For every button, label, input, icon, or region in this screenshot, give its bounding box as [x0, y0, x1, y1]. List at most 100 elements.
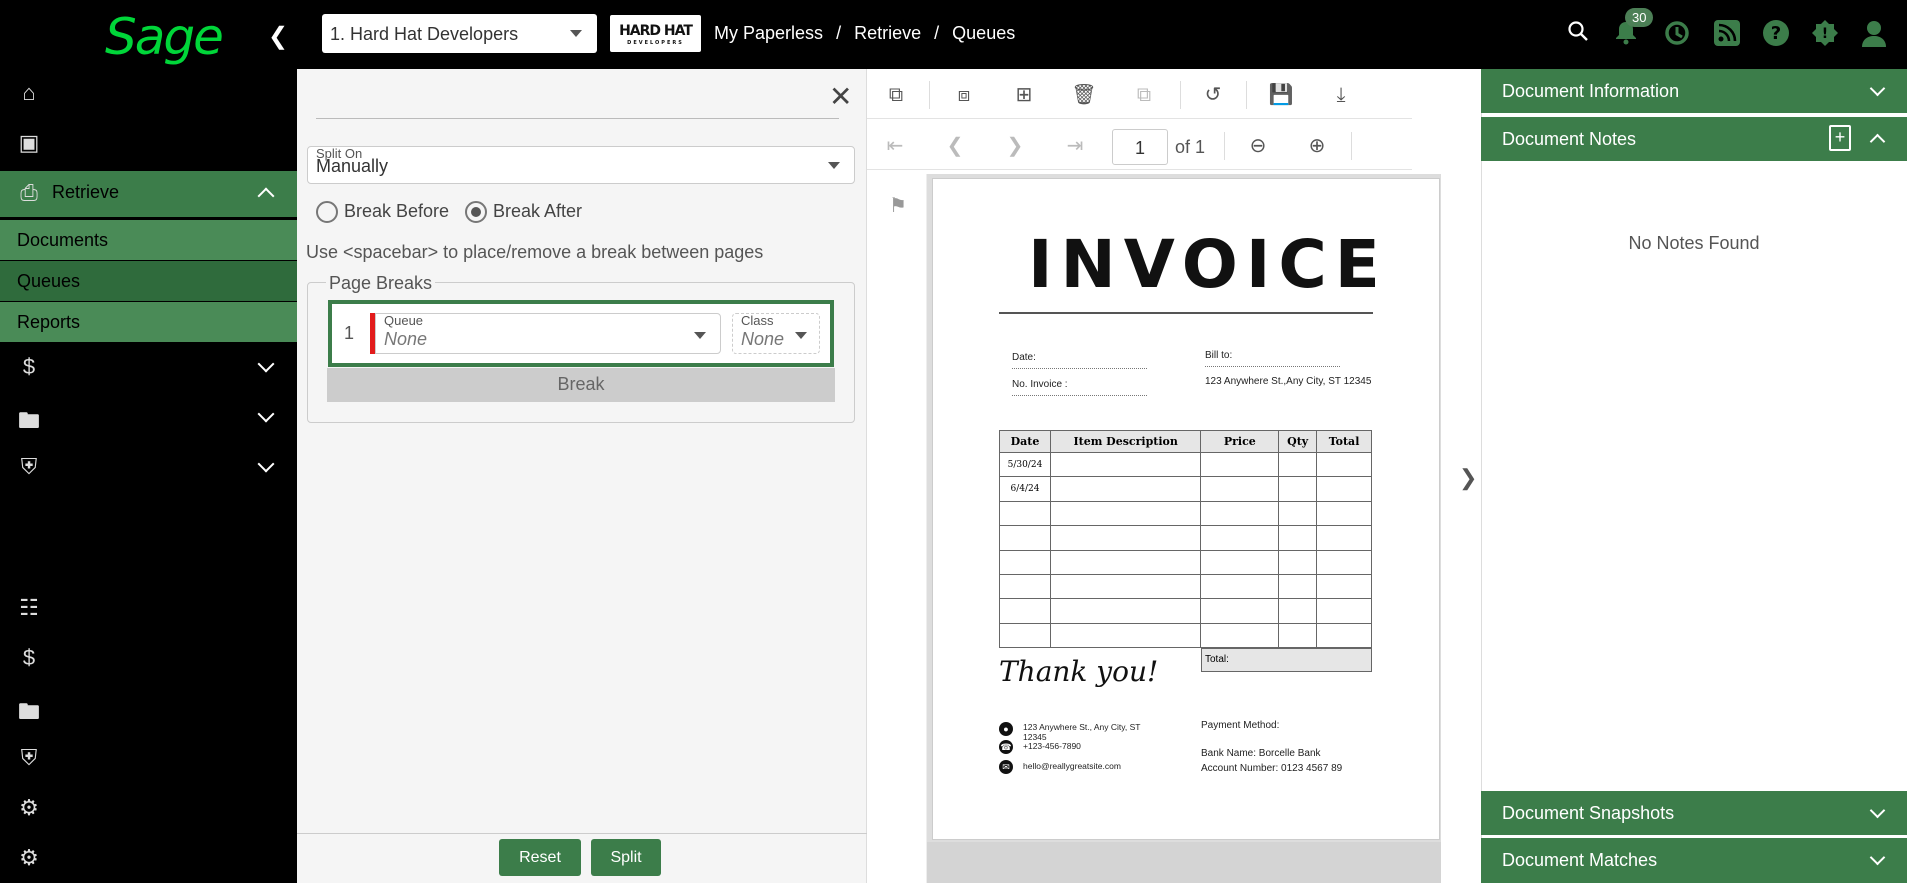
sidebar-subitem-reports[interactable]: Reports — [0, 302, 297, 342]
capture-icon: ▣ — [18, 130, 40, 155]
table-row: 5/30/24 — [999, 451, 1372, 478]
thumbnail-strip — [867, 174, 927, 883]
sage-logo[interactable]: Sage — [105, 8, 224, 66]
sidebar-item-address-book-settings[interactable]: ☷ Address Book Settings — [0, 586, 297, 632]
rss-feed-icon[interactable] — [1711, 19, 1743, 51]
breadcrumb-my-paperless[interactable]: My Paperless — [714, 23, 823, 43]
save-icon[interactable]: 💾 — [1266, 80, 1296, 110]
table-cell — [1200, 525, 1280, 551]
break-button[interactable]: Break — [327, 368, 835, 402]
zoom-in-icon[interactable]: ⊕ — [1302, 131, 1332, 161]
sidebar-item-label: ClearToPay™ — [52, 456, 164, 476]
column-header: Price — [1200, 430, 1280, 453]
replace-page-icon[interactable]: ⧉ — [1129, 80, 1159, 110]
table-cell — [1316, 598, 1372, 624]
settings-badge-icon[interactable]: ! — [1809, 19, 1841, 51]
reset-button[interactable]: Reset — [499, 839, 581, 876]
document-snapshots-header[interactable]: Document Snapshots — [1481, 791, 1907, 835]
sidebar-item-docroute[interactable]: 🖿 DocRoute™ — [0, 395, 297, 441]
first-page-icon[interactable]: ⇤ — [880, 131, 910, 161]
breadcrumb-retrieve[interactable]: Retrieve — [854, 23, 921, 43]
toolbar-separator — [1180, 81, 1181, 109]
document-information-title: Document Information — [1502, 81, 1680, 101]
break-after-radio[interactable]: Break After — [465, 201, 583, 224]
document-notes-header[interactable]: Document Notes + — [1481, 117, 1907, 161]
add-note-icon[interactable]: + — [1829, 125, 1851, 151]
next-page-icon[interactable]: ❯ — [1000, 131, 1030, 161]
sidebar-item-cleartopay[interactable]: ⛨ ClearToPay™ — [0, 445, 297, 491]
table-cell — [1200, 549, 1280, 575]
page-breaks-legend: Page Breaks — [326, 273, 436, 294]
table-cell — [1316, 549, 1372, 575]
collapse-sidebar-button[interactable]: ❮ — [268, 22, 288, 50]
zoom-out-icon[interactable]: ⊖ — [1243, 131, 1273, 161]
delete-icon[interactable]: 🗑 — [1069, 80, 1099, 110]
table-cell — [1049, 451, 1202, 478]
table-cell — [1200, 598, 1280, 624]
table-cell — [1316, 451, 1372, 478]
sidebar-item-my-paperless[interactable]: ⌂ My Paperless — [0, 71, 297, 117]
chevron-right-icon[interactable]: ❯ — [1459, 465, 1477, 491]
table-cell — [1316, 500, 1372, 527]
table-cell — [1316, 525, 1372, 551]
table-cell — [1316, 573, 1372, 600]
sidebar-item-vault-settings[interactable]: ⚙ Vault Settings — [0, 786, 297, 832]
bill-to-address: 123 Anywhere St.,Any City, ST 12345 — [1205, 376, 1372, 387]
sidebar-item-capture[interactable]: ▣ Capture — [0, 121, 297, 167]
sidebar-item-cleartopay-settings[interactable]: ⛨ ClearToPay™ Settings — [0, 736, 297, 782]
help-icon[interactable]: ? — [1760, 19, 1792, 51]
page-number-input[interactable]: 1 — [1112, 129, 1168, 165]
table-row: 6/4/24 — [999, 476, 1372, 502]
queue-select[interactable]: Queue None — [375, 313, 721, 354]
add-page-icon[interactable]: ⊞ — [1009, 80, 1039, 110]
sidebar-item-global-settings[interactable]: ⚙ Global Settings — [0, 836, 297, 882]
invoice-title: INVOICE — [1028, 226, 1388, 303]
previous-page-icon[interactable]: ❮ — [940, 131, 970, 161]
bookmark-icon[interactable]: ⚑ — [883, 191, 913, 221]
split-on-select[interactable]: Split On Manually — [307, 146, 855, 184]
invoice-number-label: No. Invoice : — [1012, 379, 1068, 390]
break-after-label: Break After — [493, 201, 583, 221]
sidebar-item-apflow[interactable]: $ APFlow™ — [0, 345, 297, 391]
user-avatar-icon[interactable] — [1858, 19, 1890, 51]
table-cell — [1278, 500, 1318, 527]
search-icon[interactable] — [1562, 19, 1594, 51]
sidebar-item-label: Address Book Settings — [52, 597, 235, 617]
bank-name: Bank Name: Borcelle Bank — [1201, 748, 1321, 759]
last-page-icon[interactable]: ⇥ — [1060, 131, 1090, 161]
sidebar-item-apflow-settings[interactable]: $ APFlow™ Settings — [0, 636, 297, 682]
sidebar-subitem-queues[interactable]: Queues — [0, 261, 297, 301]
divider — [316, 118, 839, 119]
sidebar-item-docroute-settings[interactable]: 🖿 DocRoute™ Settings — [0, 686, 297, 732]
sidebar-item-label: Retrieve — [52, 182, 120, 202]
break-before-radio[interactable]: Break Before — [316, 201, 449, 224]
email-icon: ✉ — [999, 760, 1013, 774]
sidebar-item-retrieve[interactable]: ⎙ Retrieve — [0, 171, 297, 217]
duplicate-icon[interactable]: ⧈ — [949, 80, 979, 110]
document-information-header[interactable]: Document Information — [1481, 69, 1907, 113]
location-pin-icon: ● — [999, 722, 1013, 736]
table-cell — [1049, 573, 1202, 600]
toolbar-separator — [1246, 81, 1247, 109]
breadcrumb-separator: / — [836, 23, 842, 43]
table-cell — [999, 525, 1051, 551]
close-icon[interactable]: ✕ — [829, 80, 852, 113]
breadcrumb: My Paperless / Retrieve / Queues — [714, 23, 1023, 44]
history-icon[interactable] — [1661, 19, 1693, 51]
payment-method-label: Payment Method: — [1201, 720, 1280, 731]
copy-icon[interactable]: ⧉ — [881, 80, 911, 110]
sidebar-subitem-label: Queues — [17, 271, 81, 291]
document-matches-header[interactable]: Document Matches — [1481, 838, 1907, 883]
download-icon[interactable]: ⤓ — [1326, 80, 1356, 110]
company-select[interactable]: 1. Hard Hat Developers — [322, 14, 597, 53]
undo-icon[interactable]: ↺ — [1198, 80, 1228, 110]
page-break-number: 1 — [344, 323, 355, 343]
chevron-down-icon — [570, 30, 582, 37]
split-button[interactable]: Split — [591, 839, 661, 876]
invoice-table: Date Item Description Price Qty Total 5/… — [999, 430, 1372, 649]
sidebar-subitem-documents[interactable]: Documents — [0, 220, 297, 260]
dotted-line — [1012, 395, 1147, 396]
class-select[interactable]: Class None — [732, 313, 820, 354]
shield-lock-icon: ⛨ — [20, 745, 38, 770]
radio-selected-icon — [465, 201, 487, 224]
